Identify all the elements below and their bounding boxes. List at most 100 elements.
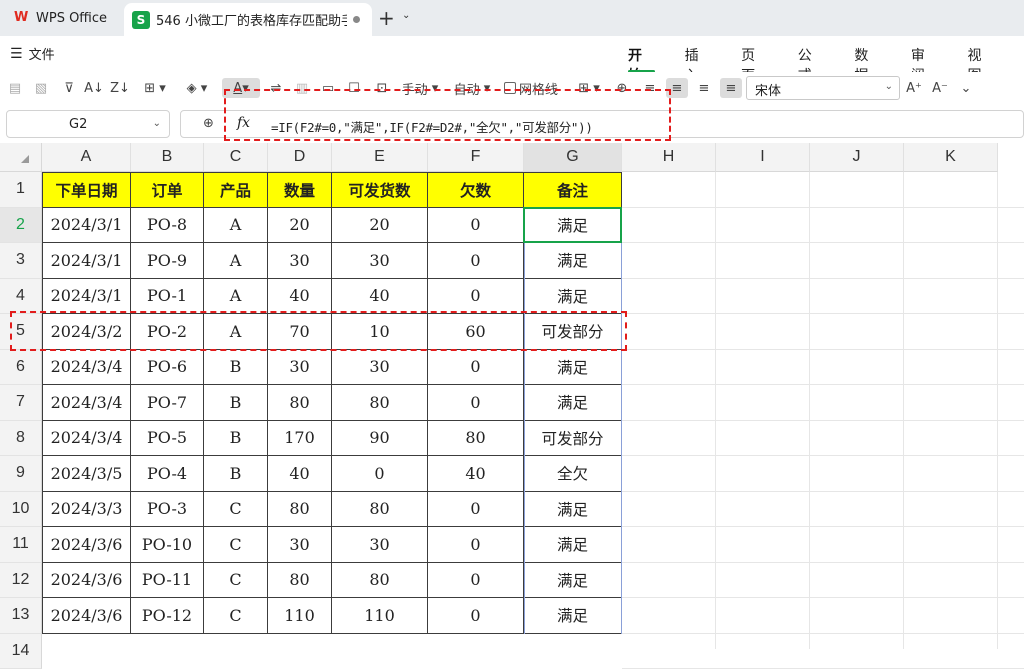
cell-quantity[interactable]: 80	[268, 563, 332, 599]
column-header-b[interactable]: B	[131, 143, 204, 172]
align-right-icon[interactable]: ≡	[694, 78, 714, 98]
cell-shippable-qty[interactable]: 80	[332, 492, 428, 528]
cell-product[interactable]: B	[204, 385, 268, 421]
cell-shippable-qty[interactable]: 30	[332, 243, 428, 279]
cell-shippable-qty[interactable]: 30	[332, 527, 428, 563]
column-header-a[interactable]: A	[42, 143, 131, 172]
cell-order-no[interactable]: PO-10	[131, 527, 204, 563]
format-painter-icon[interactable]: ▧	[32, 78, 50, 98]
file-menu-button[interactable]: ☰ 文件	[10, 44, 55, 63]
cell-shortage[interactable]: 0	[428, 243, 524, 279]
cell-product[interactable]: A	[204, 208, 268, 244]
cell-shippable-qty[interactable]: 0	[332, 456, 428, 492]
column-header-j[interactable]: J	[810, 143, 904, 172]
cell-order-no[interactable]: PO-12	[131, 598, 204, 634]
row-header-7[interactable]: 7	[0, 385, 42, 421]
cell-order-date[interactable]: 2024/3/1	[42, 279, 131, 315]
cell-order-no[interactable]: PO-6	[131, 350, 204, 386]
zoom-search-icon[interactable]: ⊕	[203, 116, 214, 131]
cell-quantity[interactable]: 20	[268, 208, 332, 244]
cell-shippable-qty[interactable]: 80	[332, 563, 428, 599]
cell-shortage[interactable]: 0	[428, 492, 524, 528]
column-header-e[interactable]: E	[332, 143, 428, 172]
cell-order-no[interactable]: PO-7	[131, 385, 204, 421]
cell-order-date[interactable]: 2024/3/4	[42, 350, 131, 386]
cell-order-no[interactable]: PO-1	[131, 279, 204, 315]
header-cell-quantity[interactable]: 数量	[268, 172, 332, 208]
cell-quantity[interactable]: 40	[268, 456, 332, 492]
cell-shippable-qty[interactable]: 90	[332, 421, 428, 457]
cell-shortage[interactable]: 0	[428, 598, 524, 634]
cell-shippable-qty[interactable]: 40	[332, 279, 428, 315]
cell-shippable-qty[interactable]: 20	[332, 208, 428, 244]
tab-review[interactable]: 审阅	[911, 45, 938, 67]
row-header-14[interactable]: 14	[0, 634, 42, 669]
paste-icon[interactable]: ▤	[6, 78, 24, 98]
cell-order-date[interactable]: 2024/3/3	[42, 492, 131, 528]
row-header-1[interactable]: 1	[0, 172, 42, 208]
cell-product[interactable]: C	[204, 598, 268, 634]
row-header-4[interactable]: 4	[0, 279, 42, 315]
tab-home[interactable]: 开始	[628, 45, 655, 67]
cell-shortage[interactable]: 0	[428, 279, 524, 315]
column-header-d[interactable]: D	[268, 143, 332, 172]
cell-product[interactable]: C	[204, 527, 268, 563]
borders-icon[interactable]: ⊞ ▾	[140, 78, 170, 98]
cell-quantity[interactable]: 30	[268, 527, 332, 563]
cell-quantity[interactable]: 30	[268, 243, 332, 279]
row-header-9[interactable]: 9	[0, 456, 42, 492]
row-header-12[interactable]: 12	[0, 563, 42, 599]
row-header-11[interactable]: 11	[0, 527, 42, 563]
cell-order-no[interactable]: PO-11	[131, 563, 204, 599]
increase-font-icon[interactable]: A⁺	[904, 78, 924, 98]
cell-product[interactable]: B	[204, 456, 268, 492]
cell-order-date[interactable]: 2024/3/4	[42, 421, 131, 457]
header-cell-note[interactable]: 备注	[524, 172, 622, 208]
cell-order-date[interactable]: 2024/3/6	[42, 598, 131, 634]
cell-shippable-qty[interactable]: 30	[332, 350, 428, 386]
font-name-select[interactable]: 宋体 ⌄	[746, 76, 900, 100]
tab-page[interactable]: 页面	[741, 45, 768, 67]
tab-formulas[interactable]: 公式	[798, 45, 825, 67]
cell-shortage[interactable]: 80	[428, 421, 524, 457]
cell-order-no[interactable]: PO-4	[131, 456, 204, 492]
tab-view[interactable]: 视图	[967, 45, 994, 67]
cell-shortage[interactable]: 40	[428, 456, 524, 492]
cell-quantity[interactable]: 30	[268, 350, 332, 386]
cell-order-date[interactable]: 2024/3/5	[42, 456, 131, 492]
more-chevron-icon[interactable]: ⌄	[958, 78, 974, 98]
column-header-k[interactable]: K	[904, 143, 998, 172]
column-header-g[interactable]: G	[524, 143, 622, 172]
decrease-font-icon[interactable]: A⁻	[930, 78, 950, 98]
cell-product[interactable]: C	[204, 563, 268, 599]
cell-shippable-qty[interactable]: 80	[332, 385, 428, 421]
tab-list-chevron-icon[interactable]: ⌄	[402, 10, 410, 21]
header-cell-product[interactable]: 产品	[204, 172, 268, 208]
cell-shippable-qty[interactable]: 110	[332, 598, 428, 634]
header-cell-shippable-qty[interactable]: 可发货数	[332, 172, 428, 208]
fill-color-icon[interactable]: ◈ ▾	[182, 78, 212, 98]
cell-order-date[interactable]: 2024/3/6	[42, 563, 131, 599]
cell-quantity[interactable]: 80	[268, 492, 332, 528]
cell-product[interactable]: A	[204, 279, 268, 315]
cell-order-no[interactable]: PO-3	[131, 492, 204, 528]
cell-shortage[interactable]: 0	[428, 385, 524, 421]
cell-product[interactable]: B	[204, 421, 268, 457]
header-cell-shortage[interactable]: 欠数	[428, 172, 524, 208]
cell-quantity[interactable]: 80	[268, 385, 332, 421]
wps-home-tab[interactable]: W WPS Office	[6, 4, 115, 32]
filter-icon[interactable]: ⊽	[60, 78, 78, 98]
tab-data[interactable]: 数据	[854, 45, 881, 67]
cell-order-date[interactable]: 2024/3/4	[42, 385, 131, 421]
column-header-h[interactable]: H	[622, 143, 716, 172]
cell-order-no[interactable]: PO-5	[131, 421, 204, 457]
tab-insert[interactable]: 插入	[685, 45, 712, 67]
cell-product[interactable]: A	[204, 243, 268, 279]
align-middle-icon[interactable]: ≡	[720, 78, 742, 98]
spreadsheet-grid[interactable]: ABCDEFGHIJK1234567891011121314下单日期订单产品数量…	[0, 143, 1024, 649]
cell-order-no[interactable]: PO-9	[131, 243, 204, 279]
cell-quantity[interactable]: 40	[268, 279, 332, 315]
column-header-c[interactable]: C	[204, 143, 268, 172]
cell-shortage[interactable]: 0	[428, 563, 524, 599]
select-all-corner[interactable]	[0, 143, 42, 172]
